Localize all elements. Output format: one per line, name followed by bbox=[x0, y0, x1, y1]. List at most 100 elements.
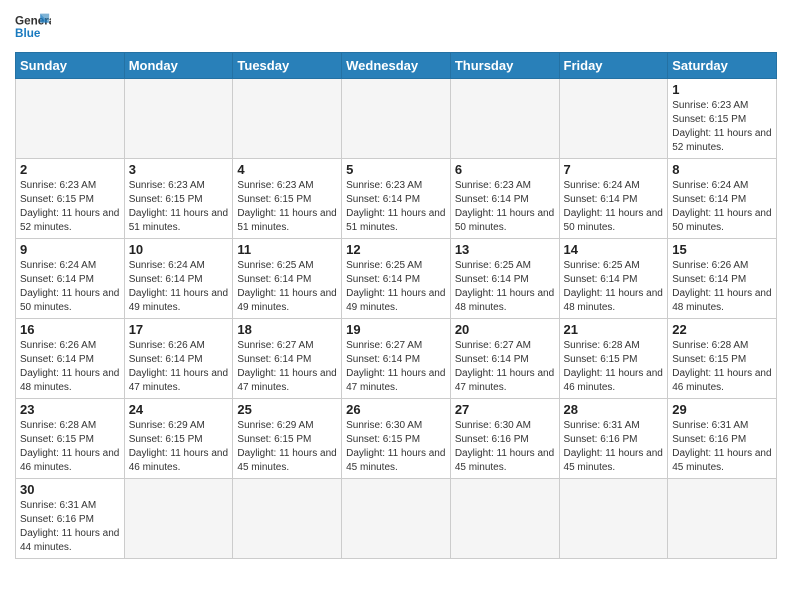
svg-text:Blue: Blue bbox=[15, 27, 41, 40]
day-number: 26 bbox=[346, 402, 446, 417]
day-number: 4 bbox=[237, 162, 337, 177]
calendar-cell: 25 Sunrise: 6:29 AMSunset: 6:15 PMDayligh… bbox=[233, 399, 342, 479]
day-info: Sunrise: 6:27 AMSunset: 6:14 PMDaylight:… bbox=[346, 339, 446, 395]
day-number: 20 bbox=[455, 322, 555, 337]
calendar-cell: 5 Sunrise: 6:23 AMSunset: 6:14 PMDaylight… bbox=[342, 159, 451, 239]
calendar-cell: 23 Sunrise: 6:28 AMSunset: 6:15 PMDayligh… bbox=[16, 399, 125, 479]
day-info: Sunrise: 6:25 AMSunset: 6:14 PMDaylight:… bbox=[564, 259, 664, 315]
day-info: Sunrise: 6:26 AMSunset: 6:14 PMDaylight:… bbox=[20, 339, 120, 395]
day-info: Sunrise: 6:31 AMSunset: 6:16 PMDaylight:… bbox=[20, 499, 120, 555]
calendar-cell: 6 Sunrise: 6:23 AMSunset: 6:14 PMDaylight… bbox=[450, 159, 559, 239]
day-info: Sunrise: 6:28 AMSunset: 6:15 PMDaylight:… bbox=[672, 339, 772, 395]
day-info: Sunrise: 6:27 AMSunset: 6:14 PMDaylight:… bbox=[455, 339, 555, 395]
day-info: Sunrise: 6:28 AMSunset: 6:15 PMDaylight:… bbox=[564, 339, 664, 395]
calendar-cell bbox=[450, 79, 559, 159]
day-number: 8 bbox=[672, 162, 772, 177]
calendar-cell bbox=[342, 479, 451, 559]
day-number: 24 bbox=[129, 402, 229, 417]
calendar-week-3: 9 Sunrise: 6:24 AMSunset: 6:14 PMDaylight… bbox=[16, 239, 777, 319]
day-info: Sunrise: 6:26 AMSunset: 6:14 PMDaylight:… bbox=[129, 339, 229, 395]
day-info: Sunrise: 6:23 AMSunset: 6:15 PMDaylight:… bbox=[129, 179, 229, 235]
day-number: 18 bbox=[237, 322, 337, 337]
calendar-cell bbox=[124, 479, 233, 559]
day-info: Sunrise: 6:24 AMSunset: 6:14 PMDaylight:… bbox=[129, 259, 229, 315]
day-number: 12 bbox=[346, 242, 446, 257]
calendar-cell: 8 Sunrise: 6:24 AMSunset: 6:14 PMDaylight… bbox=[668, 159, 777, 239]
day-info: Sunrise: 6:24 AMSunset: 6:14 PMDaylight:… bbox=[20, 259, 120, 315]
calendar-cell bbox=[450, 479, 559, 559]
calendar-week-2: 2 Sunrise: 6:23 AMSunset: 6:15 PMDaylight… bbox=[16, 159, 777, 239]
page: General Blue SundayMondayTuesdayWednesda… bbox=[0, 0, 792, 569]
calendar-cell bbox=[559, 79, 668, 159]
day-info: Sunrise: 6:28 AMSunset: 6:15 PMDaylight:… bbox=[20, 419, 120, 475]
calendar-cell: 1Sunrise: 6:23 AMSunset: 6:15 PMDaylight… bbox=[668, 79, 777, 159]
logo-icon: General Blue bbox=[15, 10, 51, 46]
day-header-saturday: Saturday bbox=[668, 53, 777, 79]
day-number: 22 bbox=[672, 322, 772, 337]
calendar-cell: 18 Sunrise: 6:27 AMSunset: 6:14 PMDayligh… bbox=[233, 319, 342, 399]
calendar-cell: 17 Sunrise: 6:26 AMSunset: 6:14 PMDayligh… bbox=[124, 319, 233, 399]
day-info: Sunrise: 6:31 AMSunset: 6:16 PMDaylight:… bbox=[564, 419, 664, 475]
day-header-sunday: Sunday bbox=[16, 53, 125, 79]
calendar-cell bbox=[16, 79, 125, 159]
calendar-cell: 27 Sunrise: 6:30 AMSunset: 6:16 PMDayligh… bbox=[450, 399, 559, 479]
calendar-cell: 19 Sunrise: 6:27 AMSunset: 6:14 PMDayligh… bbox=[342, 319, 451, 399]
day-header-thursday: Thursday bbox=[450, 53, 559, 79]
day-info: Sunrise: 6:23 AMSunset: 6:14 PMDaylight:… bbox=[346, 179, 446, 235]
day-number: 30 bbox=[20, 482, 120, 497]
calendar-cell bbox=[342, 79, 451, 159]
calendar-cell: 9 Sunrise: 6:24 AMSunset: 6:14 PMDaylight… bbox=[16, 239, 125, 319]
day-number: 6 bbox=[455, 162, 555, 177]
calendar-cell bbox=[233, 479, 342, 559]
calendar-week-1: 1Sunrise: 6:23 AMSunset: 6:15 PMDaylight… bbox=[16, 79, 777, 159]
day-info: Sunrise: 6:25 AMSunset: 6:14 PMDaylight:… bbox=[455, 259, 555, 315]
calendar-cell: 21 Sunrise: 6:28 AMSunset: 6:15 PMDayligh… bbox=[559, 319, 668, 399]
day-info: Sunrise: 6:24 AMSunset: 6:14 PMDaylight:… bbox=[564, 179, 664, 235]
calendar-cell: 7Sunrise: 6:24 AMSunset: 6:14 PMDaylight… bbox=[559, 159, 668, 239]
day-info: Sunrise: 6:30 AMSunset: 6:15 PMDaylight:… bbox=[346, 419, 446, 475]
calendar-cell: 26 Sunrise: 6:30 AMSunset: 6:15 PMDayligh… bbox=[342, 399, 451, 479]
calendar-week-6: 30 Sunrise: 6:31 AMSunset: 6:16 PMDayligh… bbox=[16, 479, 777, 559]
day-number: 9 bbox=[20, 242, 120, 257]
calendar-cell: 4Sunrise: 6:23 AMSunset: 6:15 PMDaylight… bbox=[233, 159, 342, 239]
day-info: Sunrise: 6:25 AMSunset: 6:14 PMDaylight:… bbox=[346, 259, 446, 315]
day-info: Sunrise: 6:23 AMSunset: 6:14 PMDaylight:… bbox=[455, 179, 555, 235]
day-number: 23 bbox=[20, 402, 120, 417]
day-number: 15 bbox=[672, 242, 772, 257]
day-number: 27 bbox=[455, 402, 555, 417]
day-number: 17 bbox=[129, 322, 229, 337]
calendar-week-4: 16 Sunrise: 6:26 AMSunset: 6:14 PMDayligh… bbox=[16, 319, 777, 399]
calendar-cell bbox=[124, 79, 233, 159]
calendar-cell: 24 Sunrise: 6:29 AMSunset: 6:15 PMDayligh… bbox=[124, 399, 233, 479]
calendar-cell: 12 Sunrise: 6:25 AMSunset: 6:14 PMDayligh… bbox=[342, 239, 451, 319]
calendar-cell: 11Sunrise: 6:25 AMSunset: 6:14 PMDayligh… bbox=[233, 239, 342, 319]
day-number: 3 bbox=[129, 162, 229, 177]
day-number: 21 bbox=[564, 322, 664, 337]
calendar-cell: 29Sunrise: 6:31 AMSunset: 6:16 PMDayligh… bbox=[668, 399, 777, 479]
day-info: Sunrise: 6:24 AMSunset: 6:14 PMDaylight:… bbox=[672, 179, 772, 235]
day-info: Sunrise: 6:25 AMSunset: 6:14 PMDaylight:… bbox=[237, 259, 337, 315]
day-info: Sunrise: 6:23 AMSunset: 6:15 PMDaylight:… bbox=[20, 179, 120, 235]
calendar-cell: 28Sunrise: 6:31 AMSunset: 6:16 PMDayligh… bbox=[559, 399, 668, 479]
day-number: 13 bbox=[455, 242, 555, 257]
day-info: Sunrise: 6:29 AMSunset: 6:15 PMDaylight:… bbox=[237, 419, 337, 475]
logo: General Blue bbox=[15, 10, 51, 46]
calendar-cell: 3 Sunrise: 6:23 AMSunset: 6:15 PMDaylight… bbox=[124, 159, 233, 239]
day-number: 29 bbox=[672, 402, 772, 417]
calendar-cell: 15Sunrise: 6:26 AMSunset: 6:14 PMDayligh… bbox=[668, 239, 777, 319]
calendar-cell: 14 Sunrise: 6:25 AMSunset: 6:14 PMDayligh… bbox=[559, 239, 668, 319]
day-info: Sunrise: 6:30 AMSunset: 6:16 PMDaylight:… bbox=[455, 419, 555, 475]
day-number: 14 bbox=[564, 242, 664, 257]
calendar-cell: 20 Sunrise: 6:27 AMSunset: 6:14 PMDayligh… bbox=[450, 319, 559, 399]
day-info: Sunrise: 6:29 AMSunset: 6:15 PMDaylight:… bbox=[129, 419, 229, 475]
day-number: 5 bbox=[346, 162, 446, 177]
calendar: SundayMondayTuesdayWednesdayThursdayFrid… bbox=[15, 52, 777, 559]
day-info: Sunrise: 6:27 AMSunset: 6:14 PMDaylight:… bbox=[237, 339, 337, 395]
day-number: 19 bbox=[346, 322, 446, 337]
day-header-monday: Monday bbox=[124, 53, 233, 79]
calendar-cell: 2 Sunrise: 6:23 AMSunset: 6:15 PMDaylight… bbox=[16, 159, 125, 239]
day-number: 16 bbox=[20, 322, 120, 337]
day-number: 2 bbox=[20, 162, 120, 177]
calendar-cell: 22 Sunrise: 6:28 AMSunset: 6:15 PMDayligh… bbox=[668, 319, 777, 399]
day-number: 25 bbox=[237, 402, 337, 417]
